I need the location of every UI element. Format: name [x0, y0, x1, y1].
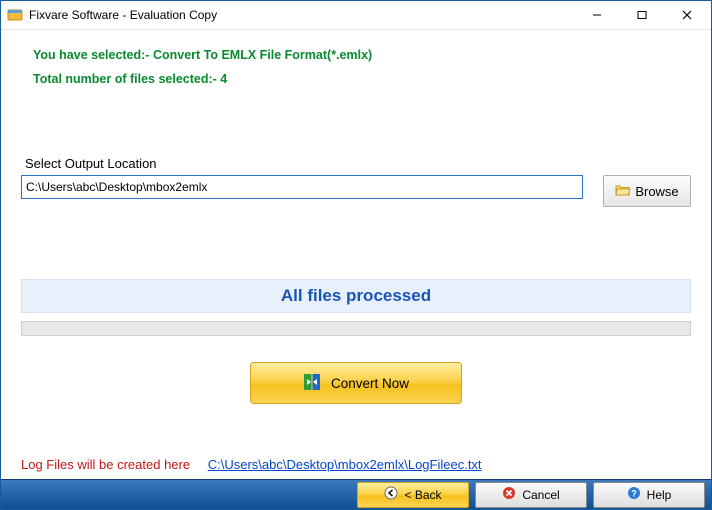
close-button[interactable] — [664, 1, 709, 29]
selection-summary-count: Total number of files selected:- 4 — [33, 72, 691, 86]
status-message: All files processed — [281, 286, 431, 305]
back-button[interactable]: < Back — [357, 482, 469, 508]
log-label: Log Files will be created here — [21, 457, 190, 472]
cancel-button-label: Cancel — [522, 488, 559, 502]
browse-button-label: Browse — [635, 184, 678, 199]
status-panel: All files processed — [21, 279, 691, 313]
maximize-button[interactable] — [619, 1, 664, 29]
minimize-button[interactable] — [574, 1, 619, 29]
help-button-label: Help — [647, 488, 672, 502]
output-location-label: Select Output Location — [25, 156, 691, 171]
convert-button-label: Convert Now — [331, 376, 409, 391]
help-icon: ? — [627, 486, 641, 503]
content-area: You have selected:- Convert To EMLX File… — [1, 30, 711, 480]
help-button[interactable]: ? Help — [593, 482, 705, 508]
progress-bar — [21, 321, 691, 336]
convert-icon — [303, 373, 321, 394]
output-location-row: Browse — [21, 175, 691, 207]
arrow-left-icon — [384, 486, 398, 503]
folder-open-icon — [615, 183, 631, 200]
browse-button[interactable]: Browse — [603, 175, 691, 207]
log-file-link[interactable]: C:\Users\abc\Desktop\mbox2emlx\LogFileec… — [208, 457, 482, 472]
application-window: Fixvare Software - Evaluation Copy You h… — [0, 0, 712, 510]
back-button-label: < Back — [404, 488, 441, 502]
app-icon — [7, 7, 23, 23]
window-title: Fixvare Software - Evaluation Copy — [29, 8, 574, 22]
log-info-row: Log Files will be created here C:\Users\… — [21, 457, 482, 472]
cancel-button[interactable]: Cancel — [475, 482, 587, 508]
title-bar: Fixvare Software - Evaluation Copy — [1, 1, 711, 30]
cancel-icon — [502, 486, 516, 503]
convert-now-button[interactable]: Convert Now — [250, 362, 462, 404]
svg-text:?: ? — [631, 489, 637, 499]
selection-summary-format: You have selected:- Convert To EMLX File… — [33, 48, 691, 62]
output-path-input[interactable] — [21, 175, 583, 199]
wizard-footer: < Back Cancel ? Help — [1, 479, 711, 509]
